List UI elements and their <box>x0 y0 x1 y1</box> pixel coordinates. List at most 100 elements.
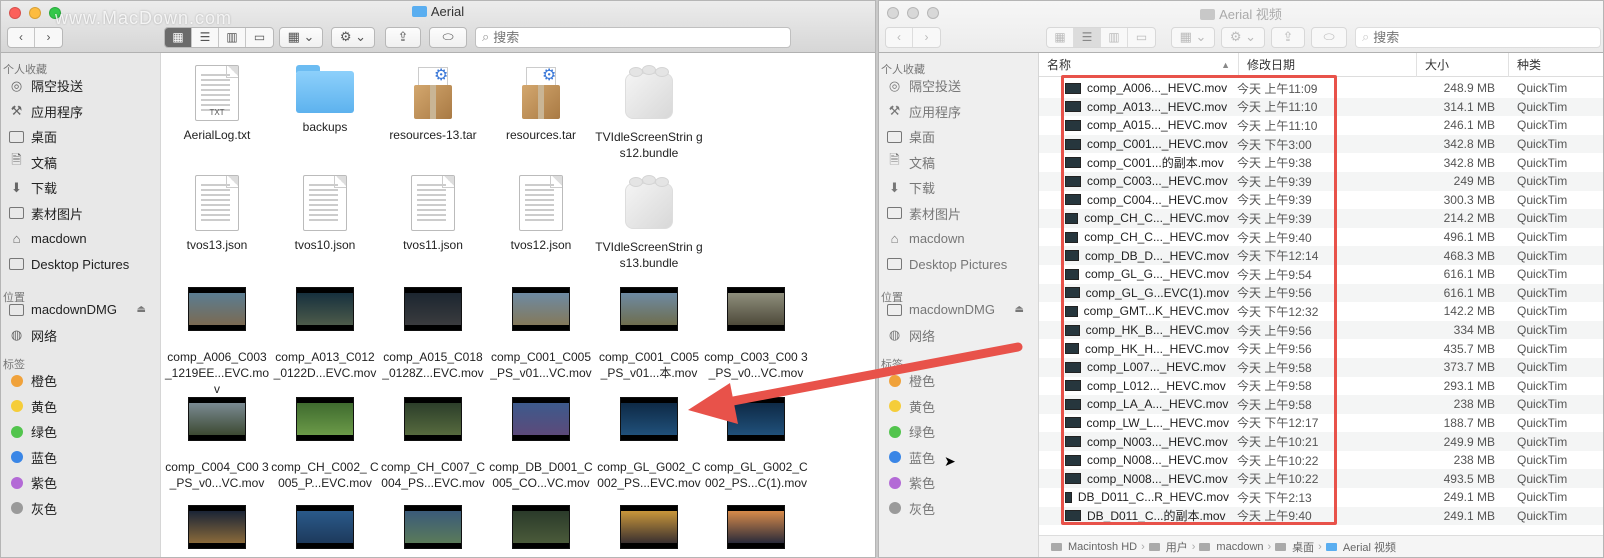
column-header-kind[interactable]: 种类 <box>1509 53 1599 77</box>
file-item[interactable]: comp_C003_C00 3_PS_v0...VC.mov <box>702 287 810 381</box>
table-row[interactable]: comp_C001...的副本.mov 今天 上午9:38 342.8 MB Quic… <box>1039 153 1603 172</box>
icon-view-button[interactable]: ▦ <box>165 27 192 47</box>
share-button[interactable]: ⇪ <box>1271 26 1305 48</box>
table-row[interactable]: comp_LW_L..._HEVC.mov 今天 下午12:17 188.7 MB Q… <box>1039 414 1603 433</box>
table-row[interactable]: comp_CH_C..._HEVC.mov 今天 上午9:39 214.2 MB Qu… <box>1039 209 1603 228</box>
path-item[interactable]: Macintosh HD <box>1068 541 1137 553</box>
sidebar-item-desktop[interactable]: 桌面 <box>879 124 1038 150</box>
sidebar-item-home[interactable]: ⌂ macdown <box>879 226 1038 252</box>
file-item[interactable]: TVIdleScreenStrin gs13.bundle <box>595 175 703 271</box>
table-row[interactable]: comp_DB_D..._HEVC.mov 今天 下午12:14 468.3 MB Q… <box>1039 246 1603 265</box>
eject-icon[interactable]: ⏏ <box>1015 304 1024 315</box>
file-item[interactable] <box>595 505 703 557</box>
table-row[interactable]: comp_C001..._HEVC.mov 今天 下午3:00 342.8 MB Qu… <box>1039 134 1603 154</box>
sidebar-item-network[interactable]: ◍ 网络 <box>879 323 1038 349</box>
column-header-name[interactable]: 名称 ▲ <box>1039 52 1239 77</box>
back-button[interactable]: ‹ <box>8 27 35 47</box>
gallery-view-button[interactable]: ▭ <box>1128 28 1155 47</box>
sidebar-item-applications[interactable]: ⚒ 应用程序 <box>1 99 160 125</box>
search-input[interactable] <box>1373 29 1574 45</box>
sidebar-item-tag[interactable]: 绿色 <box>879 419 1038 445</box>
table-row[interactable]: comp_N008..._HEVC.mov 今天 上午10:22 493.5 MB Q… <box>1039 469 1603 489</box>
table-row[interactable]: comp_LA_A..._HEVC.mov 今天 上午9:58 238 MB Quic… <box>1039 395 1603 414</box>
list-view-button[interactable]: ☰ <box>1074 27 1101 47</box>
file-item[interactable]: TVIdleScreenStrin gs12.bundle <box>595 65 703 161</box>
file-item[interactable]: backups <box>271 65 379 135</box>
sidebar-item-tag[interactable]: 蓝色 <box>879 445 1038 471</box>
file-item[interactable]: TXT AerialLog.txt <box>163 65 271 143</box>
file-item[interactable] <box>487 505 595 557</box>
sidebar-item-downloads[interactable]: ⬇ 下载 <box>879 175 1038 201</box>
table-row[interactable]: DB_D011_C...的副本.mov 今天 上午9:40 249.1 MB Quic… <box>1039 506 1603 526</box>
table-row[interactable]: comp_L012..._HEVC.mov 今天 上午9:58 293.1 MB Qu… <box>1039 377 1603 396</box>
sidebar-item-folder[interactable]: 素材图片 <box>879 201 1038 227</box>
sidebar-item-home[interactable]: ⌂ macdown <box>1 226 160 252</box>
file-item[interactable]: tvos13.json <box>163 175 271 253</box>
sidebar-item-tag[interactable]: 黄色 <box>1 394 160 420</box>
file-item[interactable]: comp_C001_C005 _PS_v01...VC.mov <box>487 287 595 381</box>
action-gear-button[interactable]: ⚙ ⌄ <box>331 26 375 48</box>
table-row[interactable]: comp_GL_G..._HEVC.mov 今天 上午9:54 616.1 MB Qu… <box>1039 265 1603 284</box>
table-row[interactable]: comp_N003..._HEVC.mov 今天 上午10:21 249.9 MB Q… <box>1039 432 1603 451</box>
file-item[interactable] <box>163 505 271 557</box>
sidebar-item-tag[interactable]: 灰色 <box>879 496 1038 522</box>
file-item[interactable]: comp_GL_G002_C 002_PS...C(1).mov <box>702 397 810 491</box>
table-row[interactable]: comp_A006..._HEVC.mov 今天 上午11:09 248.9 MB Q… <box>1039 79 1603 98</box>
file-item[interactable]: comp_GL_G002_C 002_PS...EVC.mov <box>595 397 703 491</box>
sidebar-item-folder[interactable]: Desktop Pictures <box>879 252 1038 278</box>
sidebar-item-documents[interactable]: 🗎 文稿 <box>879 150 1038 176</box>
file-item[interactable]: tvos11.json <box>379 175 487 253</box>
sidebar-item-tag[interactable]: 黄色 <box>879 394 1038 420</box>
table-row[interactable]: comp_C004..._HEVC.mov 今天 上午9:39 300.3 MB Qu… <box>1039 191 1603 210</box>
group-by-button[interactable]: ▦ ⌄ <box>279 26 323 48</box>
path-item[interactable]: 用户 <box>1166 539 1188 555</box>
file-item[interactable]: tvos12.json <box>487 175 595 253</box>
sidebar-item-tag[interactable]: 蓝色 <box>1 445 160 471</box>
file-item[interactable]: comp_A006_C003 _1219EE...EVC.mov <box>163 287 271 397</box>
column-view-button[interactable]: ▥ <box>219 27 246 47</box>
file-item[interactable]: comp_C004_C00 3_PS_v0...VC.mov <box>163 397 271 491</box>
file-item[interactable]: comp_A015_C018 _0128Z...EVC.mov <box>379 287 487 381</box>
back-button[interactable]: ‹ <box>886 27 913 47</box>
table-row[interactable]: comp_L007..._HEVC.mov 今天 上午9:58 373.7 MB Qu… <box>1039 357 1603 377</box>
file-item[interactable]: comp_C001_C005 _PS_v01...本.mov <box>595 287 703 381</box>
file-item[interactable]: comp_A013_C012 _0122D...EVC.mov <box>271 287 379 381</box>
path-item[interactable]: Aerial 视频 <box>1343 539 1396 555</box>
tag-button[interactable]: ⬭ <box>1311 26 1347 48</box>
sidebar-item-applications[interactable]: ⚒ 应用程序 <box>879 99 1038 125</box>
file-item[interactable]: tvos10.json <box>271 175 379 253</box>
file-item[interactable]: comp_CH_C007_C 004_PS...EVC.mov <box>379 397 487 491</box>
file-item[interactable] <box>702 505 810 557</box>
table-row[interactable]: comp_N008..._HEVC.mov 今天 上午10:22 238 MB Qui… <box>1039 451 1603 470</box>
sidebar-item-folder[interactable]: Desktop Pictures <box>1 252 160 278</box>
table-row[interactable]: comp_CH_C..._HEVC.mov 今天 上午9:40 496.1 MB Qu… <box>1039 228 1603 247</box>
sidebar-item-folder[interactable]: 素材图片 <box>1 201 160 227</box>
list-view-button[interactable]: ☰ <box>192 27 219 47</box>
file-item[interactable] <box>379 505 487 557</box>
eject-icon[interactable]: ⏏ <box>137 304 146 315</box>
gallery-view-button[interactable]: ▭ <box>246 28 273 47</box>
tag-button[interactable]: ⬭ <box>429 26 467 48</box>
table-row[interactable]: comp_HK_B..._HEVC.mov 今天 上午9:56 334 MB Quic… <box>1039 320 1603 340</box>
table-row[interactable]: comp_HK_H..._HEVC.mov 今天 上午9:56 435.7 MB Qu… <box>1039 339 1603 358</box>
sidebar-item-documents[interactable]: 🗎 文稿 <box>1 150 160 176</box>
column-header-size[interactable]: 大小 <box>1417 52 1509 77</box>
icon-view-button[interactable]: ▦ <box>1047 27 1074 47</box>
table-row[interactable]: comp_A015..._HEVC.mov 今天 上午11:10 246.1 MB Q… <box>1039 116 1603 135</box>
table-row[interactable]: comp_GMT...K_HEVC.mov 今天 下午12:32 142.2 MB Q… <box>1039 302 1603 321</box>
group-by-button[interactable]: ▦ ⌄ <box>1171 26 1215 48</box>
table-row[interactable]: DB_D011_C...R_HEVC.mov 今天 下午2:13 249.1 MB Q… <box>1039 488 1603 507</box>
sidebar-item-tag[interactable]: 紫色 <box>879 470 1038 496</box>
file-item[interactable]: comp_DB_D001_C 005_CO...VC.mov <box>487 397 595 491</box>
search-input[interactable] <box>493 29 694 45</box>
file-item[interactable]: comp_CH_C002_ C005_P...EVC.mov <box>271 397 379 491</box>
table-row[interactable]: comp_A013..._HEVC.mov 今天 上午11:10 314.1 MB Q… <box>1039 97 1603 117</box>
sidebar-item-downloads[interactable]: ⬇ 下载 <box>1 175 160 201</box>
column-view-button[interactable]: ▥ <box>1101 27 1128 47</box>
sidebar-item-desktop[interactable]: 桌面 <box>1 124 160 150</box>
action-gear-button[interactable]: ⚙ ⌄ <box>1221 26 1265 48</box>
sidebar-item-tag[interactable]: 绿色 <box>1 419 160 445</box>
forward-button[interactable]: › <box>913 28 940 47</box>
sidebar-item-tag[interactable]: 紫色 <box>1 470 160 496</box>
sidebar-item-network[interactable]: ◍ 网络 <box>1 323 160 349</box>
